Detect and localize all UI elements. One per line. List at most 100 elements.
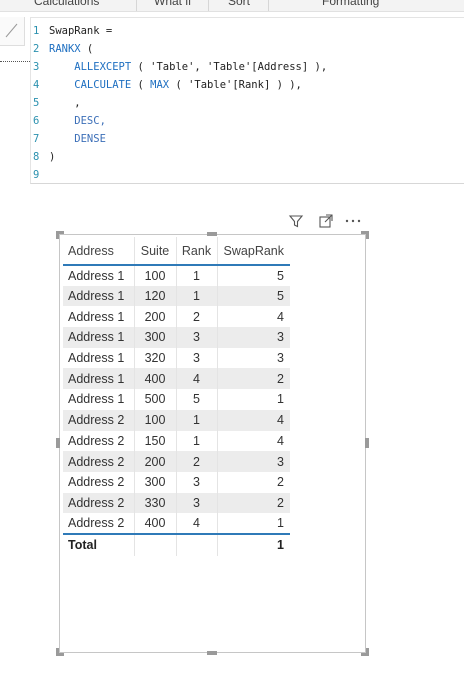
resize-corner-bottom-right[interactable] bbox=[361, 648, 369, 656]
rank-cell: 1 bbox=[176, 265, 218, 286]
formula-commit-area[interactable] bbox=[0, 17, 25, 46]
table-row: Address 1 320 3 3 bbox=[63, 347, 290, 369]
tab-what-if[interactable]: What if bbox=[154, 0, 191, 8]
code-token: ( bbox=[131, 79, 151, 91]
table-row: Address 1 120 1 5 bbox=[63, 285, 290, 307]
swaprank-cell: 2 bbox=[217, 368, 290, 390]
formula-editor[interactable]: 1 SwapRank = 2 RANKX (3 ALLEXCEPT ( 'Table'… bbox=[30, 17, 464, 184]
code-token: ( bbox=[80, 43, 94, 55]
resize-handle-top[interactable] bbox=[207, 232, 217, 236]
swaprank-cell: 4 bbox=[277, 433, 284, 448]
column-header-suite[interactable]: Suite bbox=[134, 237, 177, 266]
resize-handle-bottom[interactable] bbox=[207, 651, 217, 655]
checkmark-icon[interactable] bbox=[0, 17, 24, 45]
swaprank-cell: 2 bbox=[277, 475, 284, 490]
rank-cell: 2 bbox=[176, 306, 218, 328]
suite-cell: 500 bbox=[134, 389, 177, 410]
line-number: 2 bbox=[33, 43, 40, 55]
table-row: Address 2 400 4 1 bbox=[63, 513, 290, 534]
suite-cell: 200 bbox=[134, 306, 177, 328]
code-token: ) bbox=[49, 151, 56, 163]
suite-cell: 300 bbox=[134, 327, 177, 348]
resize-handle-left[interactable] bbox=[56, 438, 60, 448]
address-cell: Address 1 bbox=[63, 285, 135, 307]
resize-corner-top-right[interactable] bbox=[361, 231, 369, 239]
address-cell: Address 2 bbox=[63, 492, 135, 514]
code-token: RANKX bbox=[49, 43, 81, 55]
address-cell: Address 1 bbox=[63, 368, 135, 390]
code-token: ( 'Table', 'Table'[Address] ), bbox=[131, 61, 328, 73]
column-header-swaprank[interactable]: SwapRank bbox=[217, 237, 290, 266]
code-token: MAX bbox=[150, 79, 170, 91]
table-row: Address 2 330 3 2 bbox=[63, 492, 290, 514]
code-token: DESC, bbox=[49, 115, 106, 127]
code-text: DENSE bbox=[49, 130, 106, 148]
swaprank-cell: 5 bbox=[277, 268, 284, 283]
line-number: 1 bbox=[33, 25, 40, 37]
tab-sort[interactable]: Sort bbox=[228, 0, 250, 8]
suite-cell: 400 bbox=[134, 368, 177, 390]
code-text: , bbox=[49, 94, 81, 112]
resize-handle-right[interactable] bbox=[365, 438, 369, 448]
address-cell: Address 2 bbox=[63, 471, 135, 493]
code-token: , bbox=[49, 97, 81, 109]
line-number: 6 bbox=[33, 115, 40, 127]
table-row: Address 1 300 3 3 bbox=[63, 327, 290, 348]
suite-cell: 120 bbox=[134, 285, 177, 307]
code-text: DESC, bbox=[49, 112, 106, 130]
swaprank-cell: 2 bbox=[217, 492, 290, 514]
rank-cell: 3 bbox=[176, 347, 218, 369]
suite-cell: 400 bbox=[134, 513, 177, 534]
address-cell: Address 2 bbox=[63, 409, 135, 431]
suite-cell: 300 bbox=[134, 471, 177, 493]
suite-cell: 100 bbox=[134, 409, 177, 431]
address-cell: Address 2 bbox=[63, 451, 135, 472]
data-table: Address Suite Rank SwapRank Address 1 100… bbox=[63, 237, 290, 556]
suite-cell: 330 bbox=[134, 492, 177, 514]
more-options-icon[interactable] bbox=[344, 213, 361, 229]
line-number: 8 bbox=[33, 151, 40, 163]
filter-icon[interactable] bbox=[288, 213, 304, 229]
code-token: SwapRank = bbox=[49, 25, 113, 37]
ribbon-tabs: Calculations What if Sort Formatting bbox=[0, 0, 464, 12]
table-row: Address 2 100 1 4 bbox=[63, 409, 290, 431]
dotted-connector bbox=[0, 61, 32, 62]
code-token: ( 'Table'[Rank] ) ), bbox=[169, 79, 302, 91]
address-cell: Address 1 bbox=[63, 389, 135, 410]
swaprank-cell: 4 bbox=[217, 409, 290, 431]
swaprank-cell: 3 bbox=[217, 451, 290, 472]
swaprank-cell: 3 bbox=[217, 327, 290, 348]
column-header-rank[interactable]: Rank bbox=[176, 237, 218, 266]
total-suite-cell bbox=[134, 532, 177, 556]
code-text: CALCULATE ( MAX ( 'Table'[Rank] ) ), bbox=[49, 76, 302, 94]
line-number: 5 bbox=[33, 97, 40, 109]
line-number: 9 bbox=[33, 169, 40, 181]
ribbon-divider bbox=[268, 0, 269, 11]
total-rank-cell bbox=[176, 532, 218, 556]
tab-calculations[interactable]: Calculations bbox=[34, 0, 99, 8]
suite-cell: 150 bbox=[134, 430, 177, 452]
rank-cell: 3 bbox=[176, 471, 218, 493]
column-header-address[interactable]: Address bbox=[63, 237, 135, 266]
rank-cell: 5 bbox=[176, 389, 218, 410]
rank-cell: 1 bbox=[176, 285, 218, 307]
table-header-row: Address Suite Rank SwapRank bbox=[63, 237, 290, 266]
total-label: Total bbox=[63, 532, 135, 556]
tab-formatting[interactable]: Formatting bbox=[322, 0, 379, 8]
table-row: Address 1 100 1 5 bbox=[63, 265, 290, 286]
suite-cell: 320 bbox=[134, 347, 177, 369]
rank-cell: 1 bbox=[176, 409, 218, 431]
rank-cell: 3 bbox=[176, 327, 218, 348]
address-cell: Address 2 bbox=[63, 513, 135, 534]
swaprank-cell: 1 bbox=[277, 392, 284, 407]
swaprank-cell: 4 bbox=[277, 309, 284, 324]
focus-mode-icon[interactable] bbox=[318, 213, 334, 229]
ribbon-divider bbox=[136, 0, 137, 11]
address-cell: Address 1 bbox=[63, 265, 135, 286]
address-cell: Address 1 bbox=[63, 347, 135, 369]
line-number: 4 bbox=[33, 79, 40, 91]
table-row: Address 1 500 5 1 bbox=[63, 389, 290, 410]
resize-corner-bottom-left[interactable] bbox=[56, 648, 64, 656]
table-row: Address 2 200 2 3 bbox=[63, 451, 290, 472]
rank-cell: 2 bbox=[176, 451, 218, 472]
